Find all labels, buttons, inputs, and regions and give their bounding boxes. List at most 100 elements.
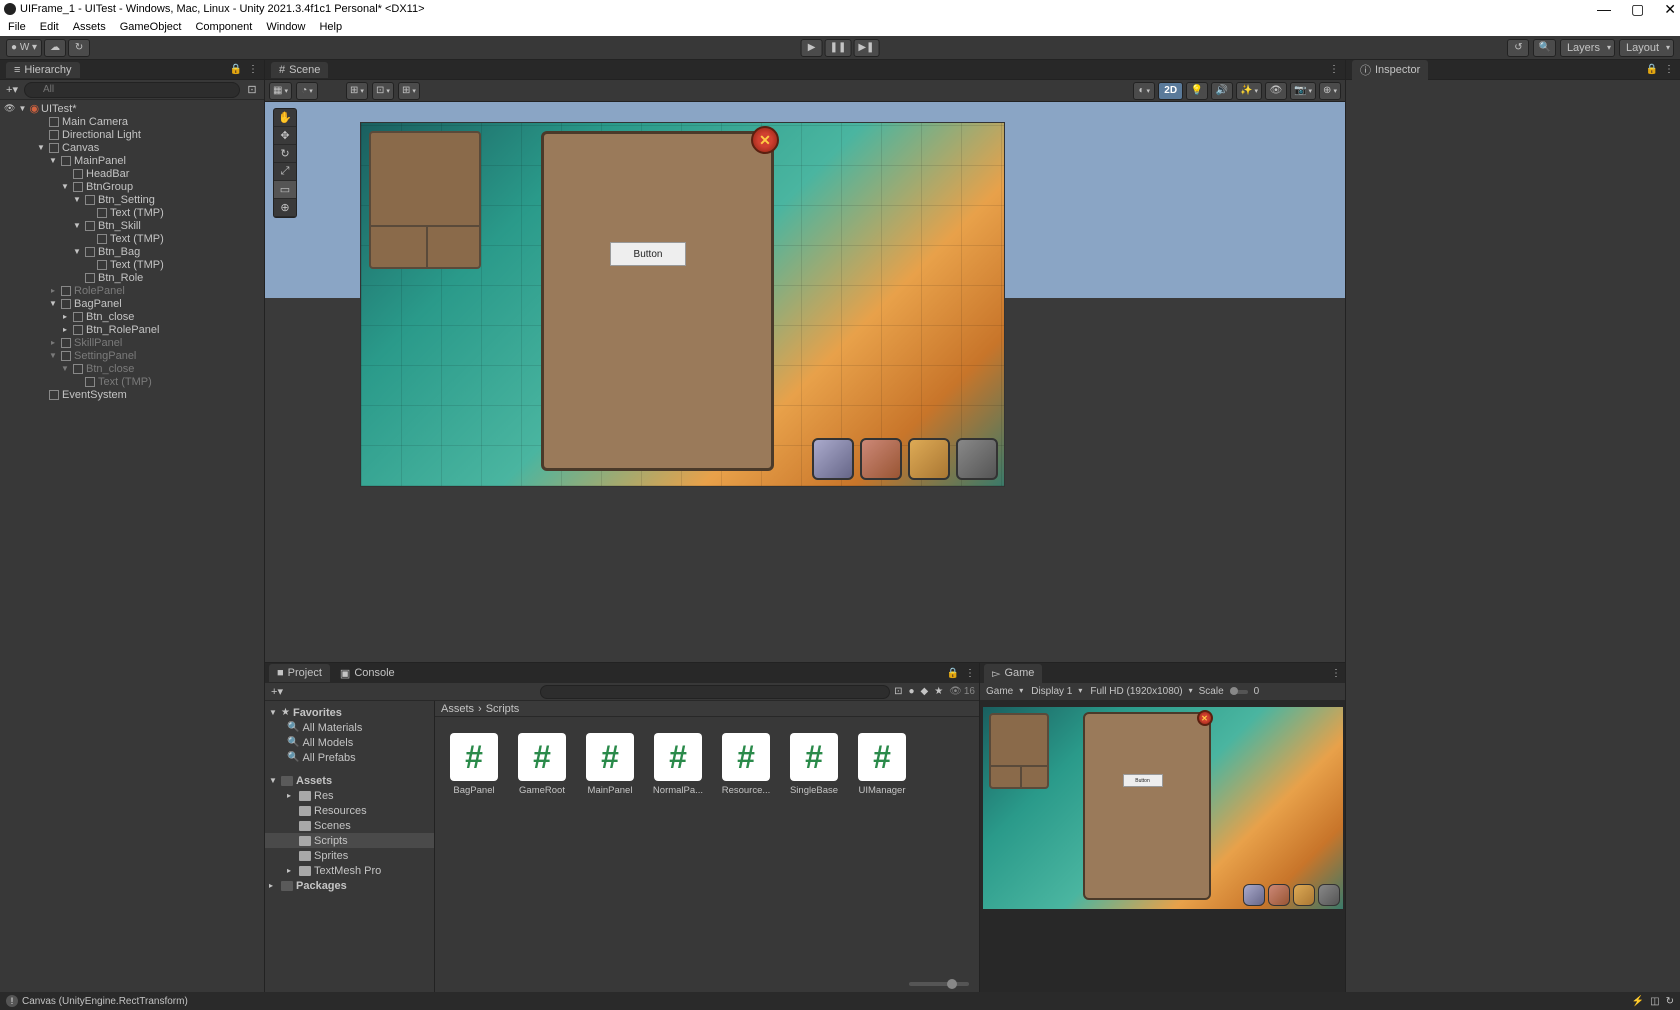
lighting-icon[interactable]: 💡 (1186, 82, 1208, 100)
menu-icon[interactable]: ⋮ (965, 668, 975, 679)
eye-icon[interactable]: 👁 (4, 103, 15, 114)
history-icon[interactable]: ↻ (68, 39, 90, 57)
folder-item[interactable]: ▸TextMesh Pro (265, 863, 434, 878)
tree-item[interactable]: ▼Btn_close (0, 362, 264, 375)
tree-item[interactable]: ▼MainPanel (0, 154, 264, 167)
breadcrumb-assets[interactable]: Assets (441, 703, 474, 715)
project-tab[interactable]: ■ Project (269, 664, 330, 682)
layout-dropdown[interactable]: Layout (1619, 39, 1674, 57)
tree-item[interactable]: ▼SettingPanel (0, 349, 264, 362)
jobs-icon[interactable]: ⚡ (1632, 996, 1644, 1007)
folder-item[interactable]: ▸Res (265, 788, 434, 803)
layers-dropdown[interactable]: Layers (1560, 39, 1615, 57)
role-panel-button[interactable]: Button (610, 242, 686, 266)
lock-icon[interactable]: 🔒 (1646, 64, 1658, 75)
step-button[interactable]: ▶❚ (853, 39, 879, 57)
tree-item[interactable]: ▸Btn_close (0, 310, 264, 323)
tree-item[interactable]: Text (TMP) (0, 206, 264, 219)
menu-icon[interactable]: ⋮ (248, 64, 258, 75)
gear-icon[interactable] (956, 438, 998, 480)
pause-button[interactable]: ❚❚ (825, 39, 852, 57)
breadcrumb-scripts[interactable]: Scripts (486, 703, 520, 715)
auto-refresh-icon[interactable]: ↻ (1666, 996, 1674, 1007)
tree-item[interactable]: EventSystem (0, 388, 264, 401)
folder-item[interactable]: Sprites (265, 848, 434, 863)
lock-icon[interactable]: 🔒 (947, 668, 959, 679)
asset-item[interactable]: MainPanel (581, 733, 639, 960)
folder-item[interactable]: Scenes (265, 818, 434, 833)
tree-item[interactable]: ▼BagPanel (0, 297, 264, 310)
fav-prefabs[interactable]: 🔍All Prefabs (265, 750, 434, 765)
increment-snap[interactable]: ⊡ (372, 82, 394, 100)
visibility-icon[interactable]: 👁 (1265, 82, 1287, 100)
tool-settings[interactable]: ⊞ (398, 82, 420, 100)
rotate-tool[interactable]: ↻ (274, 145, 296, 163)
info-icon[interactable]: ! (6, 995, 18, 1007)
add-button[interactable]: +▾ (4, 82, 20, 98)
audio-icon[interactable]: 🔊 (1211, 82, 1233, 100)
2d-toggle[interactable]: 2D (1158, 82, 1183, 100)
display-dropdown[interactable]: Display 1 (1029, 686, 1082, 697)
menu-icon[interactable]: ⋮ (1331, 668, 1341, 679)
rect-tool[interactable]: ▭ (274, 181, 296, 199)
bag-icon[interactable] (860, 438, 902, 480)
tree-item[interactable]: Btn_Role (0, 271, 264, 284)
project-search[interactable] (540, 685, 890, 699)
scale-tool[interactable]: ⤢ (274, 163, 296, 181)
game-tab[interactable]: ▻ Game (984, 664, 1042, 683)
folder-item[interactable]: Scripts (265, 833, 434, 848)
inspector-tab[interactable]: ⓘ Inspector (1352, 60, 1428, 80)
filter-icon[interactable]: ⊡ (244, 82, 260, 98)
tree-item[interactable]: Text (TMP) (0, 232, 264, 245)
menu-icon[interactable]: ⋮ (1329, 64, 1339, 75)
camera-icon[interactable]: ◐ (1133, 82, 1155, 100)
asset-item[interactable]: Resource... (717, 733, 775, 960)
add-button[interactable]: +▾ (269, 684, 285, 700)
asset-item[interactable]: GameRoot (513, 733, 571, 960)
sword-icon[interactable] (812, 438, 854, 480)
tree-item[interactable]: HeadBar (0, 167, 264, 180)
tree-item[interactable]: ▼Btn_Skill (0, 219, 264, 232)
tree-item[interactable]: ▼Canvas (0, 141, 264, 154)
menu-window[interactable]: Window (266, 21, 305, 33)
headbar-panel[interactable] (369, 131, 481, 269)
favorites-root[interactable]: ▼★Favorites (265, 705, 434, 720)
menu-file[interactable]: File (8, 21, 26, 33)
close-icon[interactable]: ✕ (1664, 1, 1676, 18)
asset-item[interactable]: UIManager (853, 733, 911, 960)
console-tab[interactable]: ▣ Console (332, 664, 403, 683)
maximize-icon[interactable]: ▢ (1631, 1, 1644, 18)
scene-view[interactable]: ✋ ✥ ↻ ⤢ ▭ ⊕ ✕ Button (265, 102, 1345, 662)
resolution-dropdown[interactable]: Full HD (1920x1080) (1088, 686, 1192, 697)
play-button[interactable]: ▶ (801, 39, 823, 57)
filter-type-icon[interactable]: ⊡ (894, 686, 902, 697)
transform-tool[interactable]: ⊕ (274, 199, 296, 217)
bag-panel[interactable]: ✕ Button (541, 131, 774, 471)
tree-scene[interactable]: 👁 ▼◉ UITest* (0, 102, 264, 115)
lock-icon[interactable]: 🔒 (230, 64, 242, 75)
scale-slider[interactable] (1230, 690, 1248, 694)
tree-item[interactable]: Directional Light (0, 128, 264, 141)
tree-item[interactable]: ▼BtnGroup (0, 180, 264, 193)
menu-edit[interactable]: Edit (40, 21, 59, 33)
asset-item[interactable]: SingleBase (785, 733, 843, 960)
menu-icon[interactable]: ⋮ (1664, 64, 1674, 75)
menu-help[interactable]: Help (319, 21, 342, 33)
tree-item[interactable]: ▼Btn_Setting (0, 193, 264, 206)
hierarchy-search[interactable] (24, 82, 240, 98)
menu-component[interactable]: Component (195, 21, 252, 33)
camera2-icon[interactable]: 📷 (1290, 82, 1316, 100)
assets-root[interactable]: ▼Assets (265, 773, 434, 788)
hidden-count[interactable]: 👁16 (949, 686, 975, 697)
asset-item[interactable]: BagPanel (445, 733, 503, 960)
icon-size-slider[interactable] (909, 982, 969, 986)
search-icon[interactable]: 🔍 (1533, 39, 1555, 57)
tree-item[interactable]: ▸RolePanel (0, 284, 264, 297)
hierarchy-tab[interactable]: ≡ Hierarchy (6, 62, 80, 78)
save-search-icon[interactable]: ◆ (921, 686, 929, 697)
view-tool[interactable]: ✋ (274, 109, 296, 127)
fav-models[interactable]: 🔍All Models (265, 735, 434, 750)
packages-root[interactable]: ▸Packages (265, 878, 434, 893)
draw-mode[interactable]: ◔ (296, 82, 318, 100)
asset-item[interactable]: NormalPa... (649, 733, 707, 960)
